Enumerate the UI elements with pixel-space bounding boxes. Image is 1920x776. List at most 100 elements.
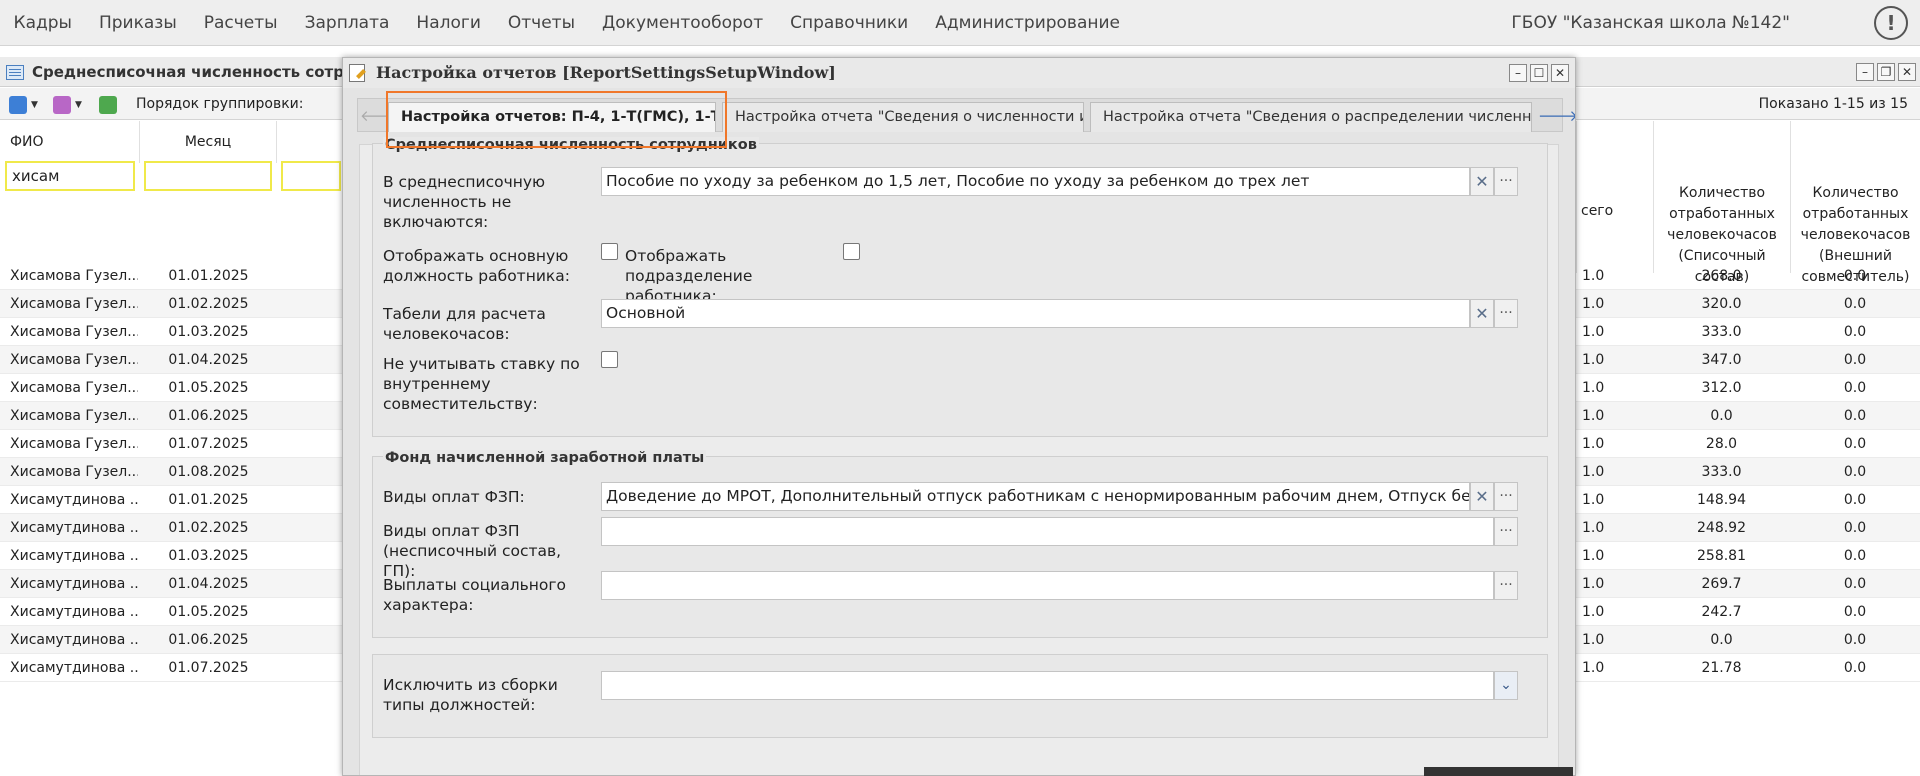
report-settings-modal: Настройка отчетов [ReportSettingsSetupWi… — [342, 57, 1576, 776]
timesheets-input[interactable]: Основной — [601, 299, 1470, 328]
cell-hours-ext: 0.0 — [1843, 352, 1867, 368]
cell-hours-list: 333.0 — [1701, 464, 1742, 480]
grid-icon — [6, 65, 24, 80]
ellipsis-icon[interactable]: ··· — [1494, 299, 1518, 328]
excluded-label: В среднесписочную численность не включаю… — [383, 173, 546, 231]
cell-fio: Хисамова Гузел... — [10, 268, 138, 284]
ellipsis-icon[interactable]: ··· — [1494, 571, 1518, 600]
tab-headcount-distribution[interactable]: Настройка отчета "Сведения о распределен… — [1090, 102, 1532, 132]
cell-hours-ext: 0.0 — [1843, 380, 1867, 396]
export-icon — [9, 96, 27, 114]
ellipsis-icon[interactable]: ··· — [1494, 517, 1518, 546]
cell-month: 01.04.2025 — [168, 576, 249, 592]
show-position-label: Отображать основную должность работника: — [383, 247, 570, 285]
excluded-input[interactable]: Пособие по уходу за ребенком до 1,5 лет,… — [601, 167, 1470, 196]
cell-hours-list: 312.0 — [1701, 380, 1742, 396]
column-total[interactable]: сего — [1576, 121, 1653, 273]
cell-hours-ext: 0.0 — [1843, 324, 1867, 340]
modal-window-controls: – ☐ ✕ — [1509, 64, 1569, 82]
refresh-button[interactable] — [96, 93, 120, 115]
menu-administrirovanie[interactable]: Администрирование — [922, 0, 1134, 46]
alert-icon[interactable]: ! — [1874, 6, 1908, 40]
close-icon[interactable]: ✕ — [1551, 64, 1569, 82]
records-shown: Показано 1-15 из 15 — [1758, 96, 1908, 112]
clear-icon[interactable]: ✕ — [1470, 299, 1494, 328]
show-department-checkbox[interactable] — [843, 243, 860, 260]
menu-prikazy[interactable]: Приказы — [85, 0, 190, 46]
cell-hours-list: 258.81 — [1697, 548, 1746, 564]
month-filter-input[interactable] — [144, 161, 272, 191]
cell-hours-list: 347.0 — [1701, 352, 1742, 368]
maximize-icon[interactable]: ☐ — [1530, 64, 1548, 82]
cell-hours-list: 242.7 — [1701, 604, 1742, 620]
show-position-checkbox[interactable] — [601, 243, 618, 260]
cell-hours-list: 269.7 — [1701, 576, 1742, 592]
column-hours-list[interactable]: Количество отработанных человекочасов (С… — [1653, 121, 1790, 285]
cell-month: 01.02.2025 — [168, 296, 249, 312]
refresh-icon — [99, 96, 117, 114]
fio-filter-input[interactable]: хисам — [5, 161, 135, 191]
menu-zarplata[interactable]: Зарплата — [291, 0, 403, 46]
ellipsis-icon[interactable]: ··· — [1494, 482, 1518, 511]
menu-raschety[interactable]: Расчеты — [190, 0, 291, 46]
headcount-window-controls: – ❐ ✕ — [1856, 63, 1916, 81]
column-month[interactable]: Месяц — [140, 121, 277, 163]
cell-fio: Хисамова Гузел... — [10, 408, 138, 424]
cell-fio: Хисамова Гузел... — [10, 352, 138, 368]
cell-hours-ext: 0.0 — [1843, 520, 1867, 536]
column-fio[interactable]: ФИО — [0, 121, 140, 163]
cell-month: 01.07.2025 — [168, 436, 249, 452]
pay-types-input[interactable]: Доведение до МРОТ, Дополнительный отпуск… — [601, 482, 1470, 511]
cell-total: 1.0 — [1582, 296, 1605, 312]
menu-otchety[interactable]: Отчеты — [494, 0, 588, 46]
exclude-positions-select[interactable] — [601, 671, 1494, 700]
cell-total: 1.0 — [1582, 548, 1605, 564]
cell-hours-list: 0.0 — [1710, 632, 1733, 648]
cell-month: 01.03.2025 — [168, 548, 249, 564]
cell-total: 1.0 — [1582, 352, 1605, 368]
cell-total: 1.0 — [1582, 492, 1605, 508]
cell-hours-ext: 0.0 — [1843, 548, 1867, 564]
menu-nalogi[interactable]: Налоги — [403, 0, 494, 46]
column-hours-ext[interactable]: Количество отработанных человекочасов (В… — [1790, 121, 1920, 285]
cell-hours-ext: 0.0 — [1843, 632, 1867, 648]
exclude-positions-label: Исключить из сборки типы должностей: — [383, 676, 558, 714]
cell-total: 1.0 — [1582, 436, 1605, 452]
clear-icon[interactable]: ✕ — [1470, 482, 1494, 511]
settings-button[interactable]: ▼ — [50, 93, 86, 115]
close-icon[interactable]: ✕ — [1898, 63, 1916, 81]
pay-types-nonlist-input[interactable] — [601, 517, 1494, 546]
cell-total: 1.0 — [1582, 660, 1605, 676]
tab-scroll-right-icon[interactable]: 🡒 — [1538, 104, 1575, 128]
cell-hours-ext: 0.0 — [1843, 408, 1867, 424]
cell-fio: Хисамутдинова ... — [10, 660, 138, 676]
ignore-rate-checkbox[interactable] — [601, 351, 618, 368]
cell-hours-list: 0.0 — [1710, 408, 1733, 424]
cell-total: 1.0 — [1582, 268, 1605, 284]
export-button[interactable]: ▼ — [6, 93, 42, 115]
cell-month: 01.04.2025 — [168, 352, 249, 368]
minimize-icon[interactable]: – — [1509, 64, 1527, 82]
clear-icon[interactable]: ✕ — [1470, 167, 1494, 196]
group-by-label: Порядок группировки: — [136, 96, 304, 112]
menu-kadry[interactable]: Кадры — [0, 0, 85, 46]
social-payments-input[interactable] — [601, 571, 1494, 600]
chevron-down-icon[interactable]: ⌄ — [1494, 671, 1518, 700]
edit-document-icon — [349, 64, 365, 82]
fund-section-legend: Фонд начисленной заработной платы — [383, 450, 707, 466]
ellipsis-icon[interactable]: ··· — [1494, 167, 1518, 196]
menu-spravochniki[interactable]: Справочники — [777, 0, 922, 46]
minimize-icon[interactable]: – — [1856, 63, 1874, 81]
cell-hours-list: 148.94 — [1697, 492, 1746, 508]
cell-hours-list: 21.78 — [1701, 660, 1742, 676]
menu-dokumentooborot[interactable]: Документооборот — [589, 0, 777, 46]
cell-fio: Хисамутдинова ... — [10, 492, 138, 508]
restore-icon[interactable]: ❐ — [1877, 63, 1895, 81]
third-filter-input[interactable] — [281, 161, 341, 191]
tab-scroll-left-icon[interactable]: 🡐 — [360, 104, 400, 128]
tab-headcount-pay[interactable]: Настройка отчета "Сведения о численности… — [722, 102, 1084, 132]
cell-total: 1.0 — [1582, 464, 1605, 480]
cell-month: 01.06.2025 — [168, 632, 249, 648]
cell-hours-ext: 0.0 — [1843, 576, 1867, 592]
headcount-section: Среднесписочная численность сотрудников … — [372, 137, 1548, 437]
